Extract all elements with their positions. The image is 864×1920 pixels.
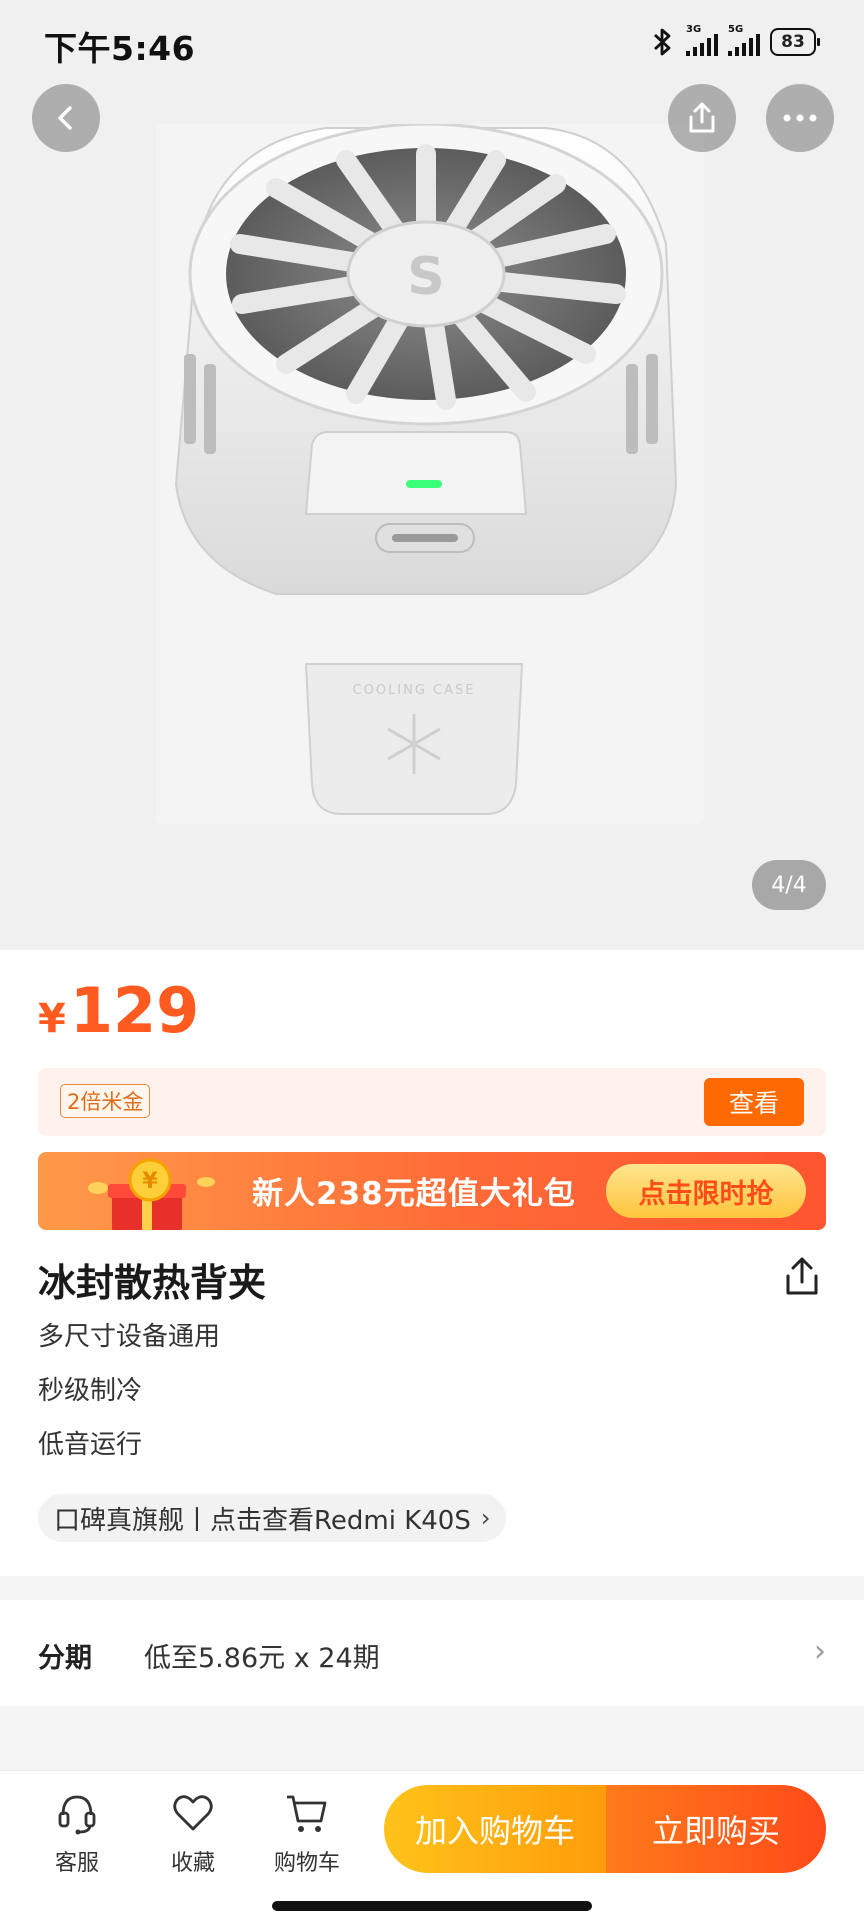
favorite-tab[interactable]: 收藏 xyxy=(148,1789,238,1877)
svg-text:COOLING CASE: COOLING CASE xyxy=(353,683,476,698)
purchase-buttons: 加入购物车 立即购买 xyxy=(384,1785,826,1873)
currency-symbol: ¥ xyxy=(38,996,66,1042)
add-to-cart-button[interactable]: 加入购物车 xyxy=(384,1785,606,1873)
installment-value: 低至5.86元 x 24期 xyxy=(144,1643,380,1674)
status-icons: 3G 5G 83 xyxy=(650,24,820,58)
feature-item: 低音运行 xyxy=(38,1430,143,1460)
product-image[interactable]: S COOLING CASE xyxy=(156,122,704,824)
customer-service-tab[interactable]: 客服 xyxy=(32,1789,122,1877)
share-button[interactable] xyxy=(668,84,736,152)
grab-now-button[interactable]: 点击限时抢 xyxy=(606,1164,806,1218)
signal-3g-icon: 3G xyxy=(686,24,718,56)
headset-icon xyxy=(58,1795,96,1835)
installment-row[interactable]: 分期 低至5.86元 x 24期 › xyxy=(0,1600,864,1706)
customer-service-label: 客服 xyxy=(54,1851,99,1876)
gift-box-icon: ¥ xyxy=(88,1158,215,1230)
cooling-case-illustration: S COOLING CASE xyxy=(174,122,678,815)
favorite-label: 收藏 xyxy=(170,1851,215,1876)
price-value: 129 xyxy=(69,974,200,1047)
flagship-link-text: 口碑真旗舰丨点击查看Redmi K40S xyxy=(54,1505,471,1536)
chevron-right-icon: › xyxy=(480,1504,491,1532)
newcomer-gift-banner[interactable]: ¥ 新人238元超值大礼包 点击限时抢 xyxy=(38,1152,826,1230)
product-info: ¥ 129 2倍米金 查看 ¥ 新人238元超值大礼包 点击限时抢 冰封散热背夹… xyxy=(0,950,864,1576)
coin-tag: 2倍米金 xyxy=(60,1084,151,1118)
cart-tab[interactable]: 购物车 xyxy=(262,1789,352,1877)
back-button[interactable] xyxy=(32,84,100,152)
product-title: 冰封散热背夹 xyxy=(38,1261,267,1305)
cart-icon xyxy=(287,1795,327,1832)
installment-label: 分期 xyxy=(38,1643,92,1674)
coin-promo-row[interactable]: 2倍米金 查看 xyxy=(38,1068,826,1136)
svg-text:¥: ¥ xyxy=(142,1169,158,1194)
heart-icon xyxy=(173,1795,213,1831)
home-indicator[interactable] xyxy=(272,1901,592,1911)
feature-item: 多尺寸设备通用 xyxy=(38,1322,221,1352)
banner-text: 新人238元超值大礼包 xyxy=(252,1176,576,1212)
svg-text:S: S xyxy=(407,247,444,307)
status-bar: 下午5:46 3G 5G 83 xyxy=(0,0,864,84)
product-gallery[interactable]: S COOLING CASE 4/4 xyxy=(0,0,864,950)
status-time: 下午5:46 xyxy=(44,29,196,68)
feature-item: 秒级制冷 xyxy=(38,1376,143,1406)
more-icon xyxy=(783,114,817,122)
cart-label: 购物车 xyxy=(273,1851,340,1876)
more-button[interactable] xyxy=(766,84,834,152)
view-button[interactable]: 查看 xyxy=(704,1078,804,1126)
page-indicator: 4/4 xyxy=(752,860,826,910)
bottom-action-bar: 客服 收藏 购物车 加入购物车 立即购买 xyxy=(0,1770,864,1920)
share-icon[interactable] xyxy=(780,1254,824,1298)
bluetooth-icon xyxy=(654,28,671,56)
product-price: ¥ 129 xyxy=(38,974,199,1047)
flagship-link[interactable]: 口碑真旗舰丨点击查看Redmi K40S › xyxy=(38,1494,507,1542)
back-arrow-icon xyxy=(58,106,72,130)
chevron-right-icon: › xyxy=(814,1634,826,1669)
share-icon xyxy=(689,102,715,133)
buy-now-button[interactable]: 立即购买 xyxy=(606,1785,826,1873)
battery-icon: 83 xyxy=(770,28,820,56)
signal-5g-icon: 5G xyxy=(728,24,760,56)
